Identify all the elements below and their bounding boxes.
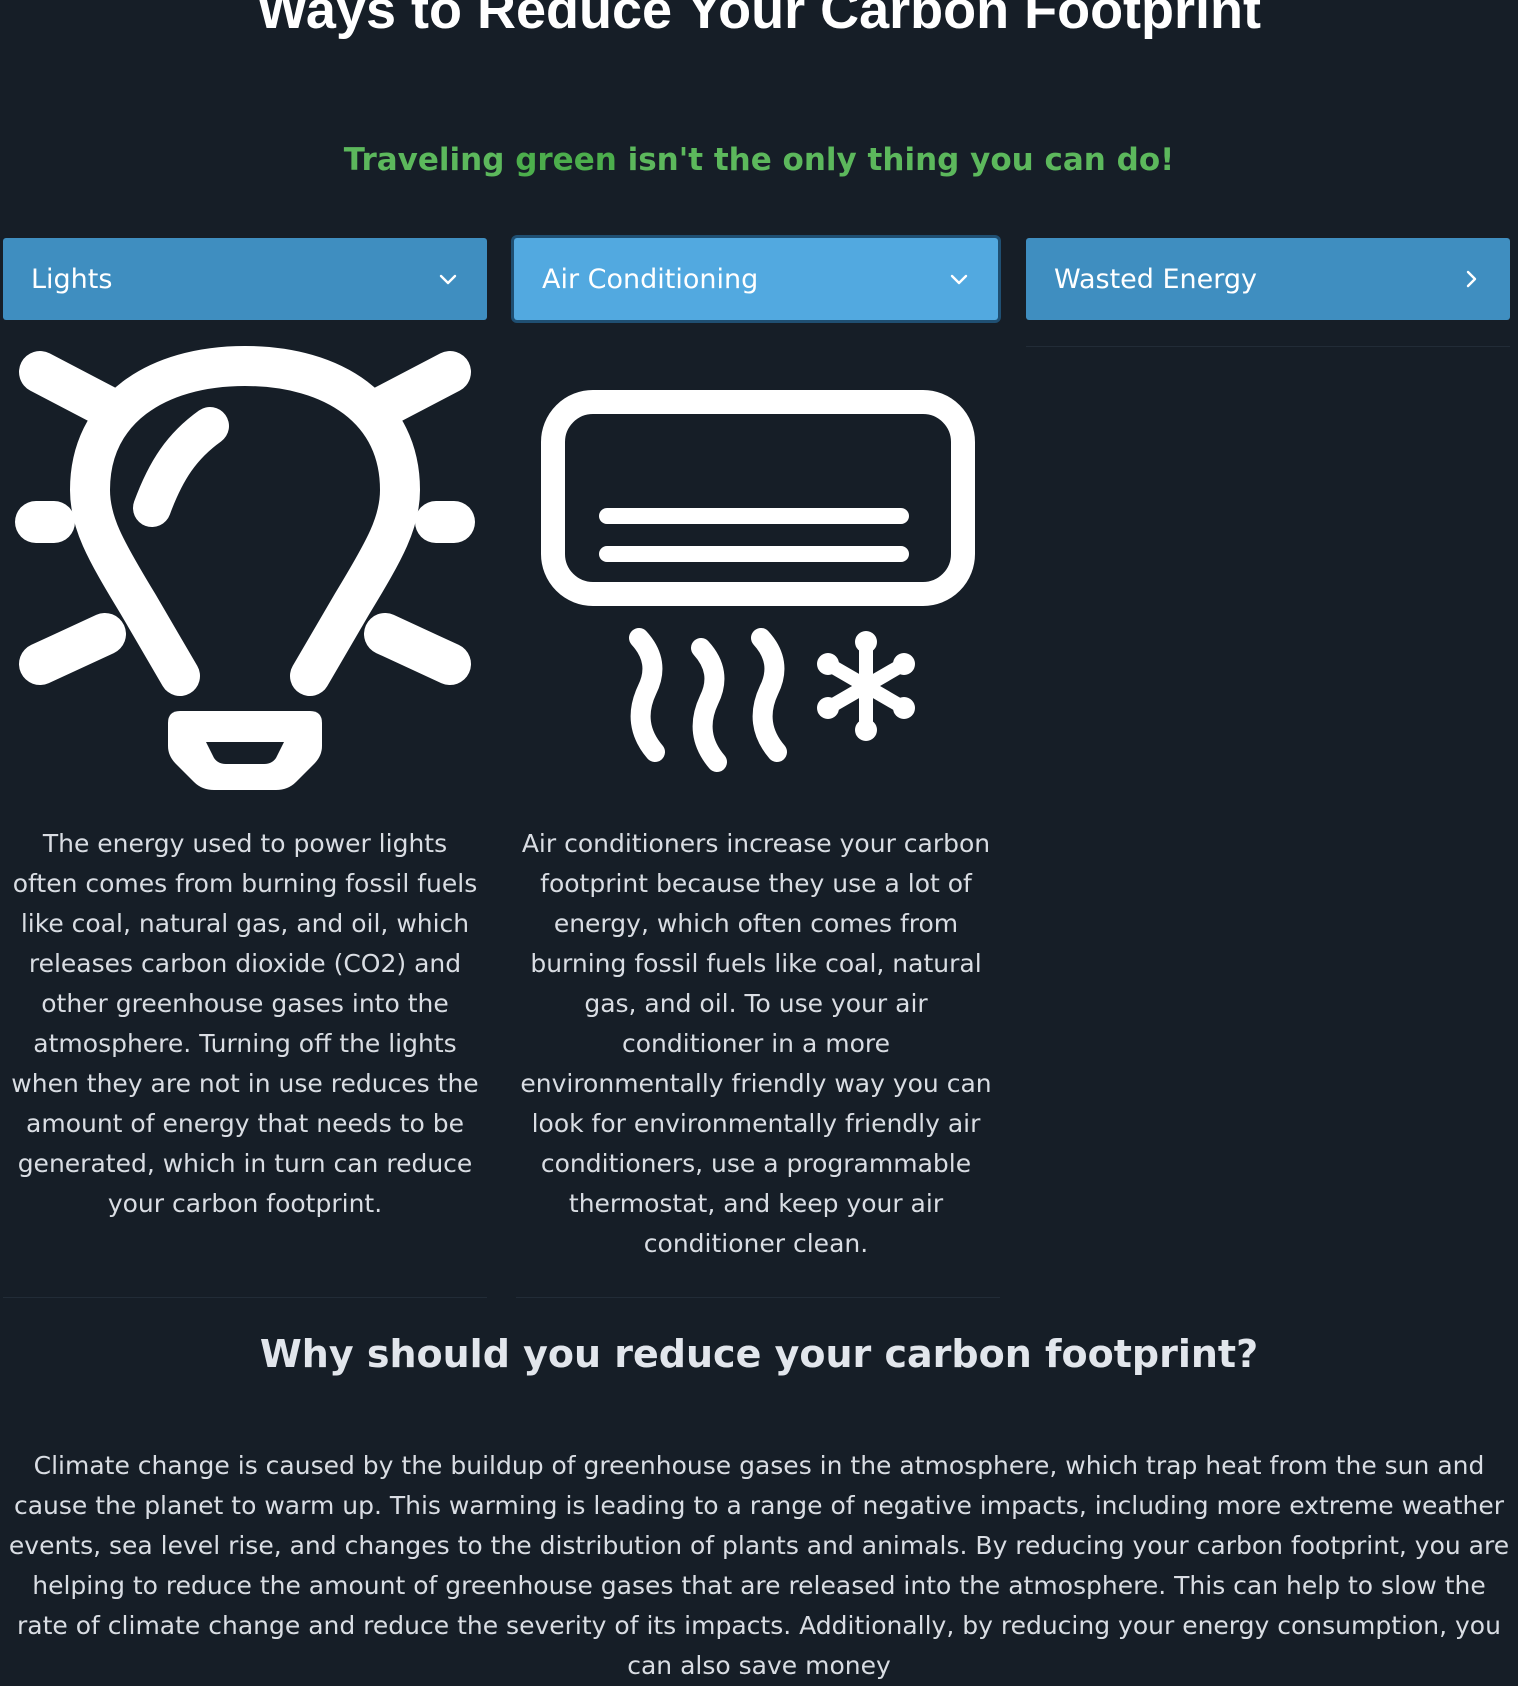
divider-wasted-energy <box>1026 346 1510 347</box>
chevron-down-icon <box>950 274 968 285</box>
accordion-header-lights[interactable]: Lights <box>3 238 487 320</box>
accordion-header-air-conditioning[interactable]: Air Conditioning <box>514 238 998 320</box>
accordion-air-conditioning: Air Conditioning Air conditioners increa… <box>514 238 998 1264</box>
subtitle-post: isn't the only thing you can do! <box>616 142 1175 178</box>
accordion-label-air-conditioning: Air Conditioning <box>542 263 759 295</box>
accordion-header-wasted-energy[interactable]: Wasted Energy <box>1026 238 1510 320</box>
divider-lights <box>3 1297 487 1298</box>
accordion-label-wasted-energy: Wasted Energy <box>1054 263 1258 295</box>
subtitle: Traveling green isn't the only thing you… <box>0 140 1518 180</box>
accordion-wasted-energy: Wasted Energy <box>1026 238 1510 320</box>
lightbulb-icon <box>15 346 475 790</box>
subtitle-pre: Traveling <box>343 142 516 178</box>
page-title: Ways to Reduce Your Carbon Footprint <box>256 0 1262 40</box>
chevron-down-icon <box>439 274 457 285</box>
section-title-why: Why should you reduce your carbon footpr… <box>259 1332 1259 1376</box>
air-conditioner-icon <box>541 390 975 772</box>
subtitle-strong: green <box>515 142 617 178</box>
accordion-body-air-conditioning: Air conditioners increase your carbon fo… <box>514 346 998 1264</box>
divider-air-conditioning <box>516 1297 1000 1298</box>
accordion-label-lights: Lights <box>31 263 113 295</box>
accordion-text-air-conditioning: Air conditioners increase your carbon fo… <box>520 829 992 1258</box>
accordion-text-lights: The energy used to power lights often co… <box>11 829 479 1218</box>
accordion-lights: Lights The energy used to power lights o… <box>3 238 487 1224</box>
why-paragraph: Climate change is caused by the buildup … <box>8 1451 1510 1680</box>
chevron-right-icon <box>1466 270 1477 288</box>
accordion-body-lights: The energy used to power lights often co… <box>3 346 487 1224</box>
